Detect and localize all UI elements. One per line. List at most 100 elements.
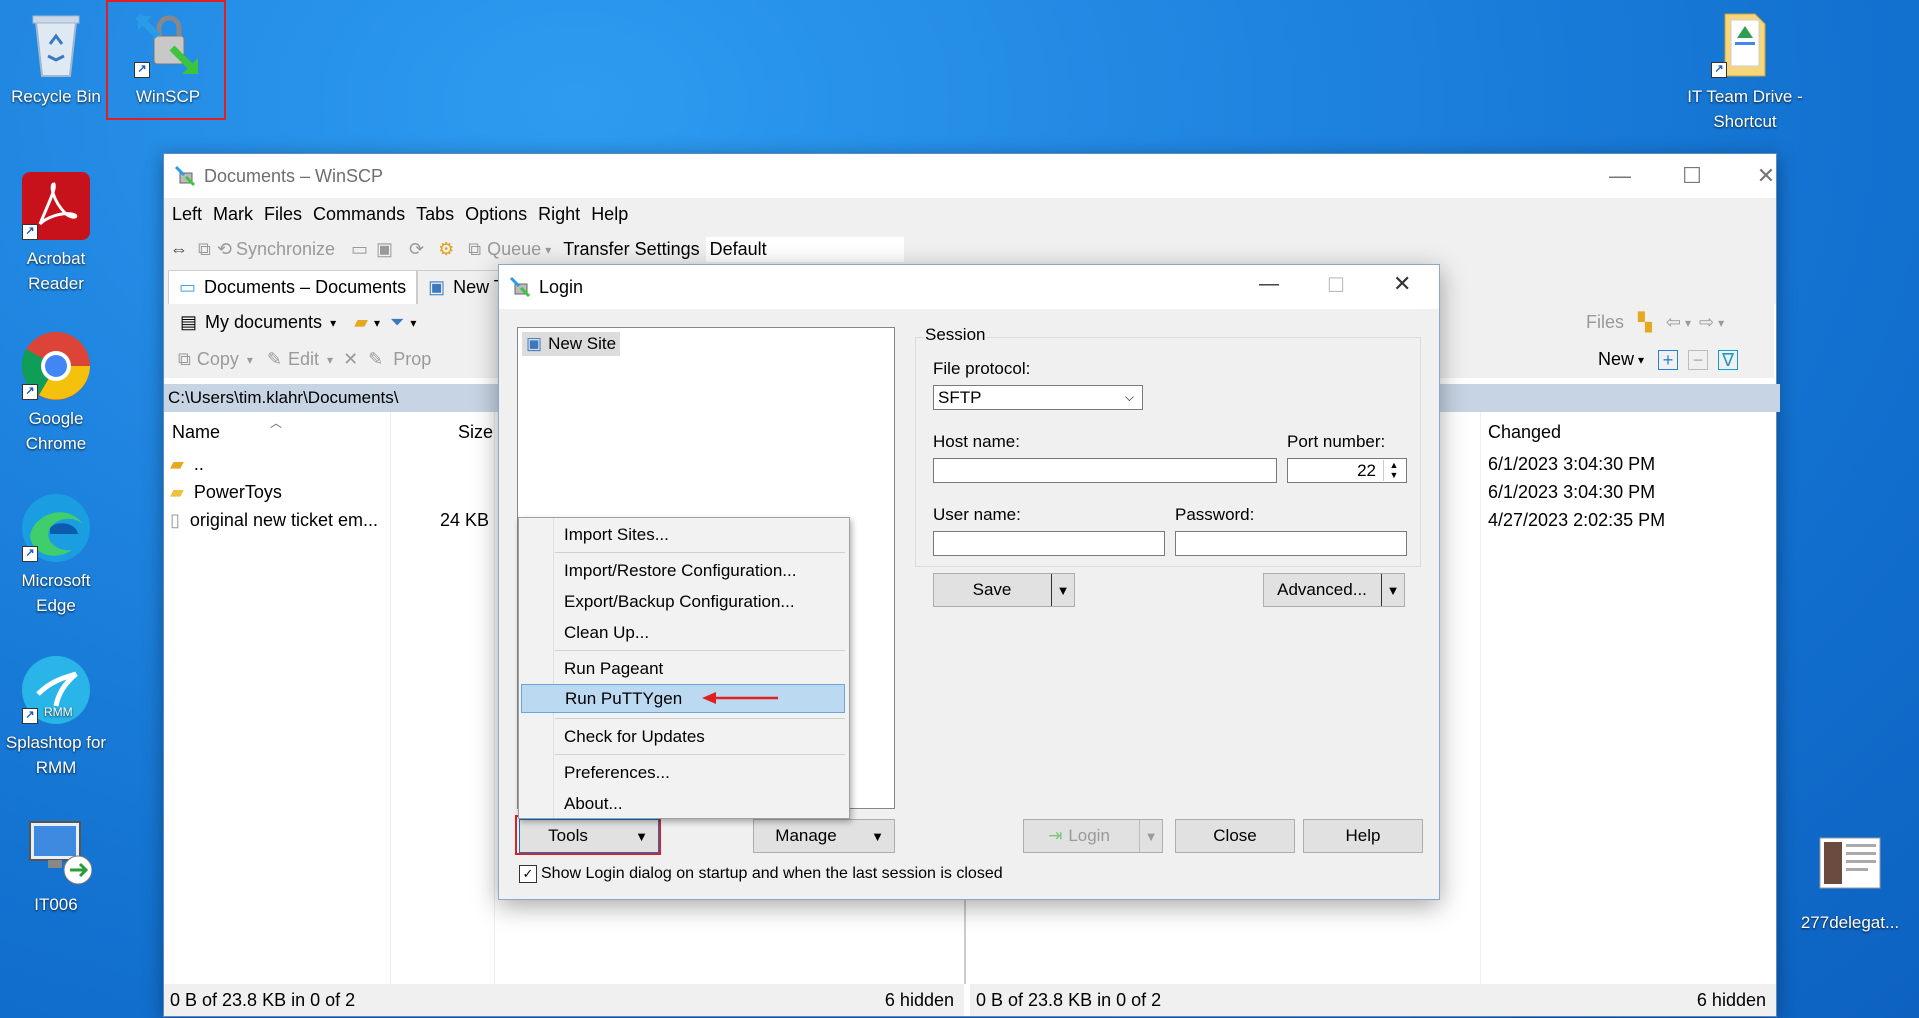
- login-button[interactable]: ⇥ Login ▼: [1023, 819, 1163, 853]
- close-button[interactable]: Close: [1175, 819, 1295, 853]
- close-window-button[interactable]: ✕: [1730, 154, 1802, 198]
- desktop-icon-acrobat[interactable]: ↗ Acrobat Reader: [0, 170, 112, 296]
- chevron-down-icon[interactable]: ▾: [410, 316, 416, 330]
- startup-checkbox[interactable]: ✓: [519, 865, 537, 883]
- minimize-button[interactable]: —: [1584, 154, 1656, 198]
- window-titlebar[interactable]: Documents – WinSCP — ☐ ✕: [164, 154, 1776, 198]
- edit-button[interactable]: Edit: [288, 349, 319, 370]
- properties-button[interactable]: Prop: [393, 349, 431, 370]
- menu-item-import-restore-configuration[interactable]: Import/Restore Configuration...: [519, 556, 847, 585]
- menu-item-run-puttygen[interactable]: Run PuTTYgen: [521, 684, 845, 713]
- location-select[interactable]: My documents: [205, 312, 322, 333]
- menu-left[interactable]: Left: [172, 204, 202, 225]
- synchronize-button[interactable]: Synchronize: [236, 239, 335, 260]
- delete-icon[interactable]: ✕: [343, 349, 358, 370]
- copy-button[interactable]: Copy: [197, 349, 239, 370]
- desktop-icon-label: IT006: [34, 895, 78, 914]
- chevron-down-icon[interactable]: ▾: [327, 353, 333, 367]
- password-field[interactable]: [1175, 531, 1407, 556]
- chevron-down-icon[interactable]: ▾: [1718, 316, 1724, 330]
- chevron-down-icon[interactable]: ▾: [1685, 316, 1691, 330]
- refresh-icon[interactable]: ⟳: [409, 239, 424, 260]
- help-button[interactable]: Help: [1303, 819, 1423, 853]
- filter-icon[interactable]: ∇: [1718, 349, 1739, 370]
- chevron-down-icon[interactable]: ▾: [247, 353, 253, 367]
- preferences-gear-icon[interactable]: ⚙: [438, 239, 454, 260]
- manage-button[interactable]: Manage ▼: [753, 819, 895, 853]
- chevron-down-icon[interactable]: ▾: [330, 316, 336, 330]
- tab-documents[interactable]: ▭ Documents – Documents: [168, 270, 418, 304]
- back-arrow-icon[interactable]: ⇦: [1666, 312, 1681, 333]
- forward-arrow-icon[interactable]: ⇨: [1699, 312, 1714, 333]
- table-row[interactable]: ▰ ..: [170, 450, 500, 478]
- minimize-button[interactable]: —: [1259, 273, 1279, 296]
- close-dialog-button[interactable]: ✕: [1393, 271, 1411, 297]
- file-protocol-select[interactable]: SFTP ⌵: [933, 385, 1143, 410]
- open-folder-icon[interactable]: ▰: [354, 312, 368, 333]
- left-status-text: 0 B of 23.8 KB in 0 of 2: [170, 989, 356, 1010]
- tree-item-new-site[interactable]: ▣ New Site: [522, 332, 621, 356]
- filter-icon[interactable]: ⏷: [390, 312, 404, 333]
- new-button[interactable]: New: [1598, 349, 1634, 370]
- menu-item-about[interactable]: About...: [519, 789, 847, 818]
- save-button[interactable]: Save ▼: [933, 573, 1075, 607]
- files-button[interactable]: Files: [1586, 312, 1624, 333]
- menu-item-preferences[interactable]: Preferences...: [519, 758, 847, 787]
- advanced-button[interactable]: Advanced... ▼: [1263, 573, 1405, 607]
- chevron-down-icon[interactable]: ▾: [545, 243, 551, 257]
- desktop-icon-it006[interactable]: IT006: [0, 816, 112, 917]
- sync-browse-icon[interactable]: ⧉: [198, 239, 211, 260]
- menu-mark[interactable]: Mark: [213, 204, 253, 225]
- menu-item-run-pageant[interactable]: Run Pageant: [519, 654, 847, 683]
- left-panel-actions: ⧉ Copy ▾ ✎ Edit ▾ ✕ ✎ Prop: [164, 341, 504, 378]
- menu-help[interactable]: Help: [591, 204, 628, 225]
- rename-icon[interactable]: ✎: [368, 349, 383, 370]
- menu-files[interactable]: Files: [264, 204, 302, 225]
- menu-commands[interactable]: Commands: [313, 204, 405, 225]
- host-name-field[interactable]: [933, 458, 1277, 483]
- port-stepper[interactable]: ▲ ▼: [1383, 460, 1404, 481]
- menu-item-import-sites[interactable]: Import Sites...: [519, 520, 847, 549]
- menu-options[interactable]: Options: [465, 204, 527, 225]
- menu-right[interactable]: Right: [538, 204, 580, 225]
- console-icon[interactable]: ▭: [351, 239, 368, 260]
- column-header-changed[interactable]: Changed: [1488, 422, 1561, 443]
- tab-label: Documents – Documents: [204, 277, 407, 297]
- user-name-field[interactable]: [933, 531, 1165, 556]
- login-button-label: Login: [1068, 826, 1110, 845]
- tree-icon[interactable]: ▚: [1638, 312, 1652, 333]
- column-header-name[interactable]: Name: [172, 422, 220, 443]
- desktop-icon-label: Google Chrome: [25, 409, 87, 453]
- startup-checkbox-row: ✓ Show Login dialog on startup and when …: [519, 865, 1003, 883]
- maximize-button[interactable]: ☐: [1656, 154, 1728, 198]
- column-header-size[interactable]: Size: [458, 422, 493, 443]
- menu-item-export-backup-configuration[interactable]: Export/Backup Configuration...: [519, 587, 847, 616]
- menu-separator: [555, 754, 845, 755]
- desktop-icon-recycle-bin[interactable]: Recycle Bin: [0, 8, 112, 109]
- desktop-icon-277delegat[interactable]: 277delegat...: [1788, 834, 1912, 935]
- chevron-down-icon[interactable]: ▼: [1051, 574, 1074, 606]
- left-hidden-count[interactable]: 6 hidden: [885, 990, 954, 1011]
- folder-icon: ▰: [170, 481, 184, 502]
- dialog-titlebar[interactable]: Login — ☐ ✕: [499, 265, 1439, 309]
- menu-item-check-for-updates[interactable]: Check for Updates: [519, 722, 847, 751]
- transfer-settings-select[interactable]: Default: [705, 237, 904, 262]
- plus-icon[interactable]: +: [1658, 349, 1679, 370]
- table-row[interactable]: ▰ PowerToys: [170, 478, 500, 506]
- desktop-icon-edge[interactable]: ↗ Microsoft Edge: [0, 492, 112, 618]
- desktop-icon-splashtop[interactable]: RMM ↗ Splashtop for RMM: [0, 654, 112, 780]
- chevron-down-icon[interactable]: ▾: [1638, 353, 1644, 367]
- right-hidden-count[interactable]: 6 hidden: [1697, 990, 1766, 1011]
- compare-directories-icon[interactable]: ⇔: [170, 239, 188, 260]
- tree-item-label: New Site: [548, 334, 617, 353]
- menu-item-clean-up[interactable]: Clean Up...: [519, 618, 847, 647]
- chevron-down-icon[interactable]: ▾: [374, 316, 380, 330]
- desktop-icon-it-team-drive[interactable]: ↗ IT Team Drive - Shortcut: [1684, 8, 1806, 134]
- desktop-icon-chrome[interactable]: ↗ Google Chrome: [0, 330, 112, 456]
- terminal-icon[interactable]: ▣: [376, 239, 393, 260]
- menu-tabs[interactable]: Tabs: [416, 204, 454, 225]
- queue-button[interactable]: Queue: [487, 239, 541, 260]
- chevron-down-icon[interactable]: ▼: [1381, 574, 1404, 606]
- minus-icon[interactable]: −: [1688, 349, 1709, 370]
- table-row[interactable]: ▯ original new ticket em... 24 KB: [170, 506, 500, 534]
